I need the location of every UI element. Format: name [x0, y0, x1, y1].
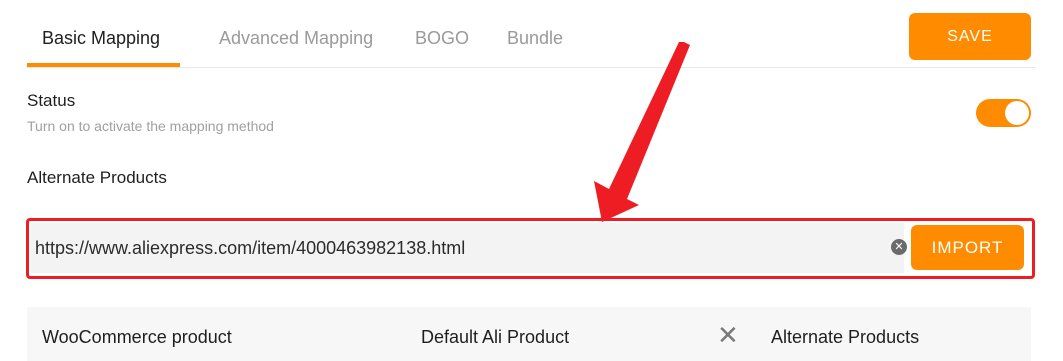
header-woocommerce-product: WooCommerce product: [42, 327, 232, 347]
table-header: WooCommerce product Default Ali Product …: [27, 307, 1031, 361]
header-alternate-products: Alternate Products: [771, 327, 920, 347]
header-default-ali-product: Default Ali Product: [421, 327, 570, 347]
close-icon[interactable]: ✕: [717, 322, 739, 348]
